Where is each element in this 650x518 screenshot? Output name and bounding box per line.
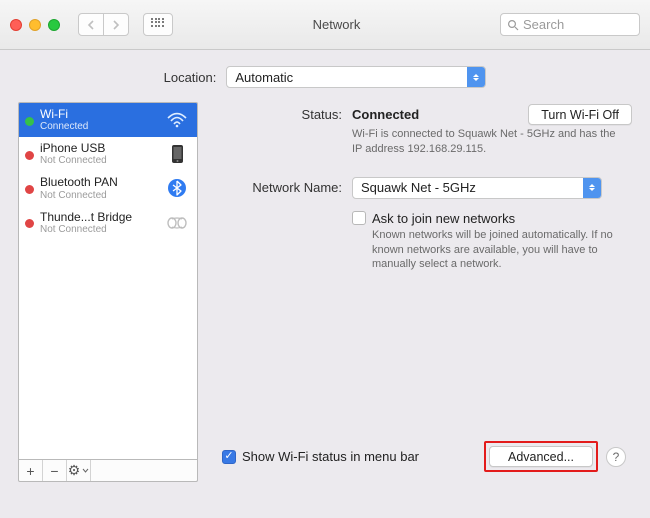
bluetooth-icon: [165, 179, 189, 197]
chevrons-icon: [583, 178, 601, 198]
thunderbolt-icon: [165, 214, 189, 232]
network-name: Thunde...t Bridge: [40, 211, 159, 224]
phone-icon: [165, 145, 189, 163]
show-menubar-label: Show Wi-Fi status in menu bar: [242, 449, 419, 464]
network-name: Bluetooth PAN: [40, 176, 159, 189]
location-label: Location:: [164, 70, 217, 85]
sidebar: Wi-Fi Connected iPhone USB Not Connected: [18, 102, 198, 482]
main-area: Wi-Fi Connected iPhone USB Not Connected: [0, 102, 650, 482]
network-status: Not Connected: [40, 224, 159, 235]
window-title: Network: [181, 17, 492, 32]
status-value: Connected: [352, 107, 419, 122]
network-status: Not Connected: [40, 155, 159, 166]
wifi-icon: [165, 111, 189, 129]
grid-icon: [151, 18, 165, 32]
list-footer: + − ⚙︎: [18, 460, 198, 482]
show-menubar-checkbox[interactable]: Show Wi-Fi status in menu bar: [222, 449, 419, 464]
action-menu-button[interactable]: ⚙︎: [67, 460, 91, 481]
checkbox-icon: [352, 211, 366, 225]
zoom-icon[interactable]: [48, 19, 60, 31]
search-placeholder: Search: [523, 17, 564, 32]
chevron-down-icon: [82, 468, 89, 473]
back-button[interactable]: [78, 13, 104, 36]
turn-wifi-off-button[interactable]: Turn Wi-Fi Off: [528, 104, 632, 125]
location-row: Location: Automatic: [0, 50, 650, 102]
advanced-highlight: Advanced...: [484, 441, 598, 472]
ask-to-join-label: Ask to join new networks: [372, 211, 515, 226]
search-input[interactable]: Search: [500, 13, 640, 36]
sidebar-item-bluetooth[interactable]: Bluetooth PAN Not Connected: [19, 171, 197, 205]
status-label: Status:: [212, 107, 352, 122]
help-button[interactable]: ?: [606, 447, 626, 467]
network-name-label: Network Name:: [212, 180, 352, 195]
checkbox-checked-icon: [222, 450, 236, 464]
titlebar: Network Search: [0, 0, 650, 50]
sidebar-item-wifi[interactable]: Wi-Fi Connected: [19, 103, 197, 137]
network-status: Not Connected: [40, 190, 159, 201]
forward-button[interactable]: [103, 13, 129, 36]
network-name: Wi-Fi: [40, 108, 159, 121]
gear-icon: ⚙︎: [68, 462, 81, 479]
network-name-select[interactable]: Squawk Net - 5GHz: [352, 177, 602, 199]
status-dot: [25, 185, 34, 194]
chevrons-icon: [467, 67, 485, 87]
advanced-button[interactable]: Advanced...: [489, 446, 593, 467]
network-status: Connected: [40, 121, 159, 132]
status-dot: [25, 117, 34, 126]
search-icon: [507, 19, 519, 31]
ask-to-join-description: Known networks will be joined automatica…: [212, 228, 632, 273]
ask-to-join-checkbox[interactable]: Ask to join new networks: [352, 211, 632, 226]
sidebar-item-thunderbolt[interactable]: Thunde...t Bridge Not Connected: [19, 206, 197, 240]
nav-buttons: [78, 13, 129, 36]
minimize-icon[interactable]: [29, 19, 41, 31]
network-name: iPhone USB: [40, 142, 159, 155]
status-dot: [25, 219, 34, 228]
location-value: Automatic: [235, 70, 293, 85]
bottom-bar: Show Wi-Fi status in menu bar Advanced..…: [212, 441, 632, 472]
close-icon[interactable]: [10, 19, 22, 31]
remove-button[interactable]: −: [43, 460, 67, 481]
status-description: Wi-Fi is connected to Squawk Net - 5GHz …: [212, 127, 632, 157]
location-select[interactable]: Automatic: [226, 66, 486, 88]
network-list[interactable]: Wi-Fi Connected iPhone USB Not Connected: [18, 102, 198, 460]
sidebar-item-iphone[interactable]: iPhone USB Not Connected: [19, 137, 197, 171]
status-dot: [25, 151, 34, 160]
content: Location: Automatic Wi-Fi Connected: [0, 50, 650, 518]
show-all-button[interactable]: [143, 13, 173, 36]
detail-pane: Status: Connected Turn Wi-Fi Off Wi-Fi i…: [212, 102, 632, 482]
window-controls: [10, 19, 60, 31]
network-name-value: Squawk Net - 5GHz: [361, 180, 476, 195]
add-button[interactable]: +: [19, 460, 43, 481]
